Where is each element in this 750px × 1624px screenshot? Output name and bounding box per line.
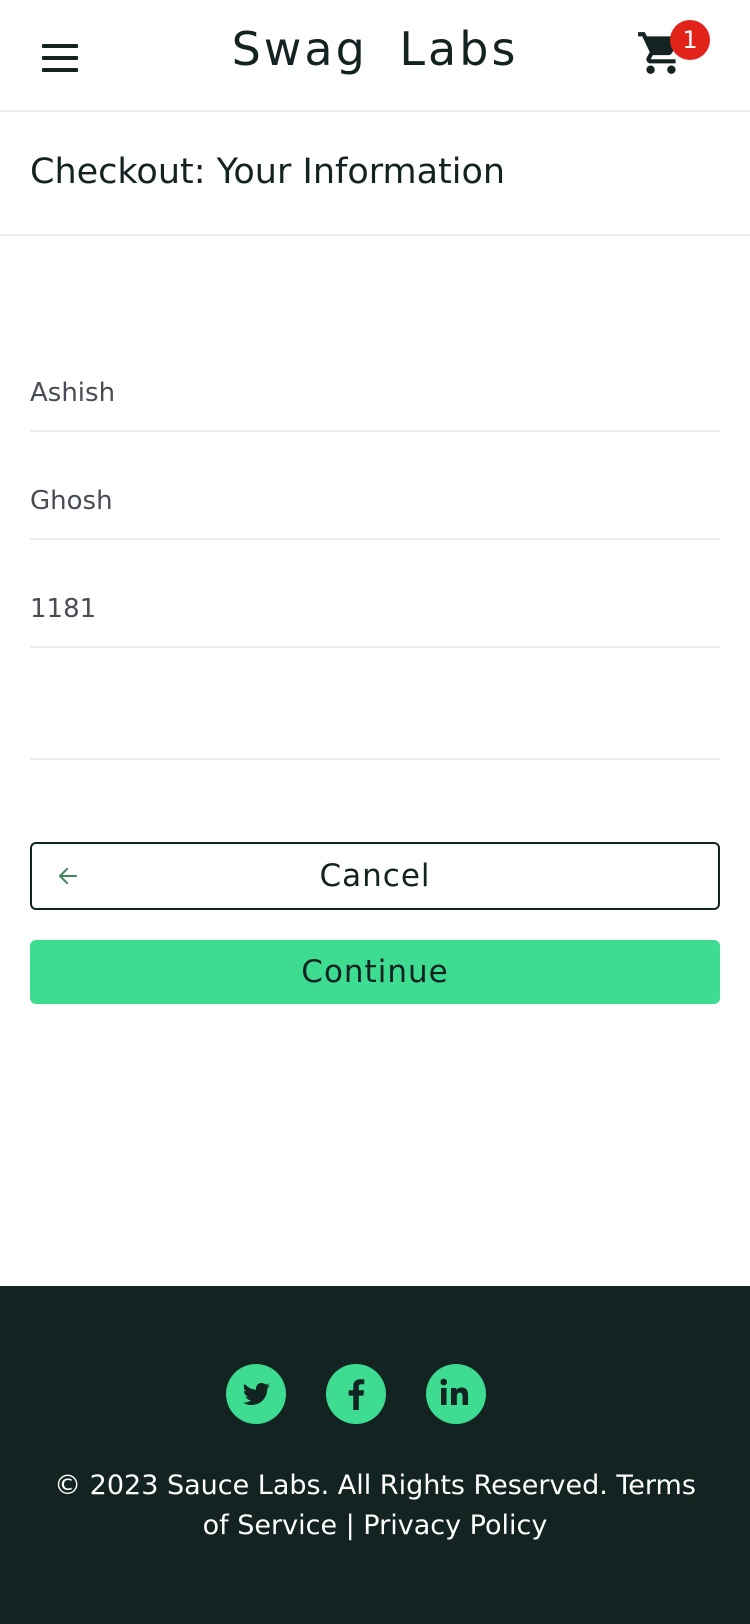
footer-copyright: © 2023 Sauce Labs. All Rights Reserved. … xyxy=(54,1470,696,1541)
page-title: Checkout: Your Information xyxy=(30,152,506,192)
twitter-icon[interactable] xyxy=(226,1364,286,1424)
last-name-input[interactable] xyxy=(30,464,720,540)
facebook-icon[interactable] xyxy=(326,1364,386,1424)
footer: © 2023 Sauce Labs. All Rights Reserved. … xyxy=(0,1286,750,1624)
linkedin-icon[interactable] xyxy=(426,1364,486,1424)
cancel-button[interactable]: Cancel xyxy=(30,842,720,910)
first-name-input[interactable] xyxy=(30,356,720,432)
extra-input[interactable] xyxy=(30,684,720,760)
cancel-button-label: Cancel xyxy=(319,858,431,894)
secondary-header: Checkout: Your Information xyxy=(0,112,750,236)
continue-button[interactable]: Continue xyxy=(30,940,720,1004)
cart-badge: 1 xyxy=(670,20,710,60)
app-header: Swag Labs 1 xyxy=(0,0,750,112)
postal-code-input[interactable] xyxy=(30,572,720,648)
